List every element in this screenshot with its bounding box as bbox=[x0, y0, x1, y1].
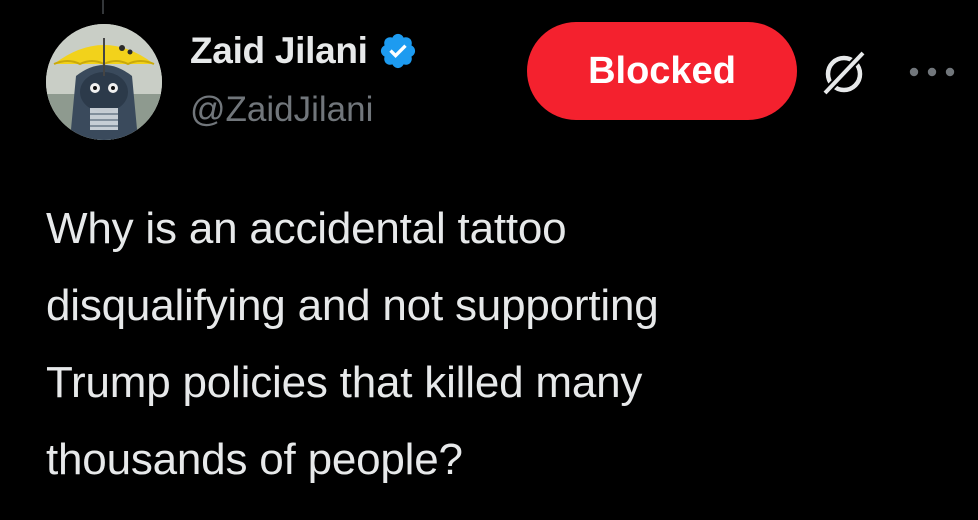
grok-icon[interactable] bbox=[816, 44, 872, 100]
thread-connector-line bbox=[102, 0, 104, 14]
avatar[interactable] bbox=[46, 24, 162, 140]
verified-badge-icon[interactable] bbox=[378, 31, 418, 71]
blocked-button[interactable]: Blocked bbox=[527, 22, 797, 120]
author-handle[interactable]: @ZaidJilani bbox=[190, 90, 373, 130]
more-horizontal-icon[interactable] bbox=[906, 62, 958, 82]
author-display-name[interactable]: Zaid Jilani bbox=[190, 30, 368, 72]
tweet-text: Why is an accidental tattoo disqualifyin… bbox=[46, 204, 659, 484]
avatar-image bbox=[46, 24, 162, 140]
author-name-row: Zaid Jilani bbox=[190, 30, 418, 72]
